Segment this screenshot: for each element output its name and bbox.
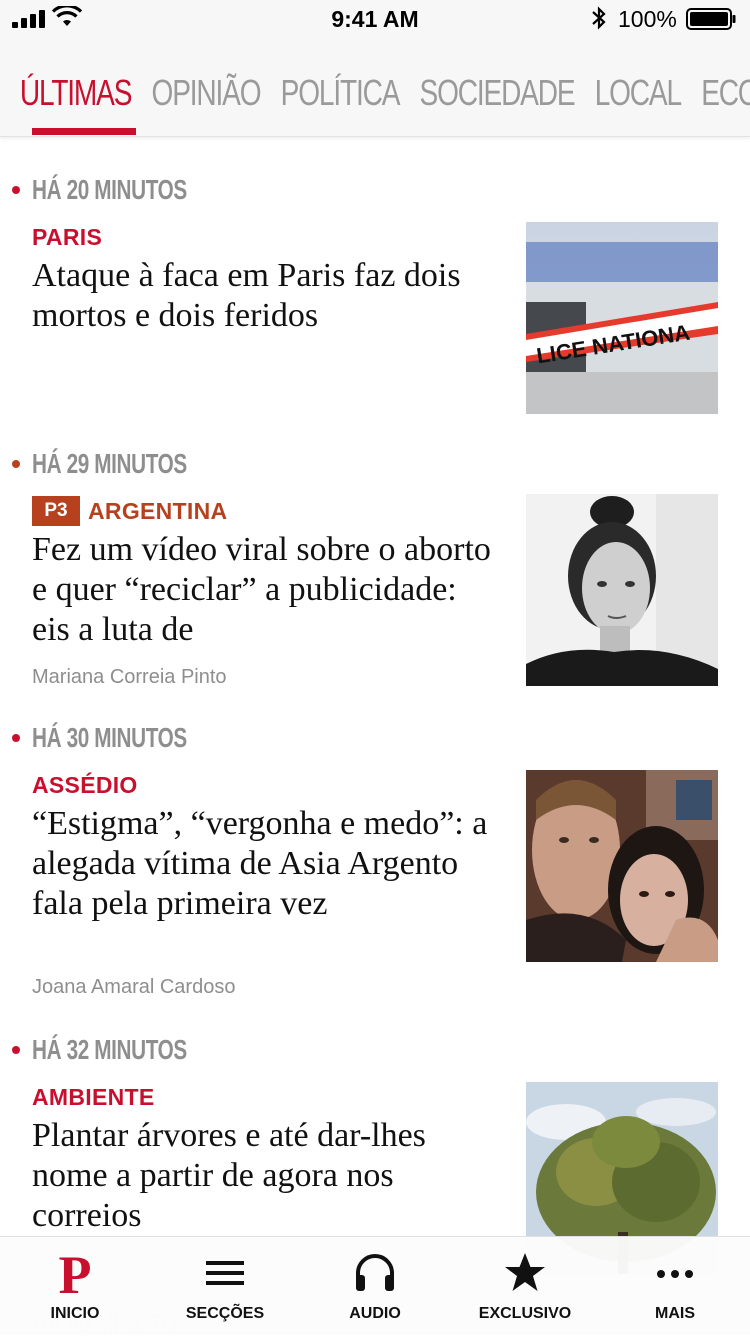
article-card[interactable]: HÁ 20 MINUTOS PARIS Ataque à faca em Par… [0, 170, 750, 420]
article-thumbnail[interactable] [526, 494, 718, 686]
new-indicator-dot [12, 186, 20, 194]
nav-label: SECÇÕES [185, 1305, 265, 1322]
new-indicator-dot [12, 1046, 20, 1054]
tab-sociedade[interactable]: SOCIEDADE [420, 72, 576, 114]
nav-label: INICIO [50, 1305, 100, 1322]
article-thumbnail[interactable] [526, 770, 718, 962]
bluetooth-icon [592, 6, 606, 30]
new-indicator-dot [12, 734, 20, 742]
article-section: ARGENTINA [88, 497, 228, 524]
menu-icon [206, 1261, 244, 1285]
battery-percentage: 100% [618, 6, 677, 32]
article-thumbnail[interactable]: LICE NATIONA [526, 222, 718, 414]
article-time: HÁ 20 MINUTOS [32, 174, 187, 205]
article-section: PARIS [32, 224, 103, 250]
nav-audio[interactable]: AUDIO [300, 1237, 450, 1335]
tab-opiniao[interactable]: OPINIÃO [152, 72, 262, 114]
nav-label: MAIS [655, 1305, 695, 1322]
article-time: HÁ 32 MINUTOS [32, 1034, 187, 1065]
article-author: Joana Amaral Cardoso [32, 976, 236, 998]
star-icon [505, 1253, 545, 1291]
bottom-navigation: P INICIO SECÇÕES AUDIO EXCLUSIVO MAIS [0, 1236, 750, 1335]
police-tape-image: LICE NATIONA [526, 222, 718, 414]
article-author: Mariana Correia Pinto [32, 666, 227, 688]
section-tabs: SÚLTIMASOPINIÃOPOLÍTICASOCIEDADELOCALECO… [0, 40, 750, 137]
nav-label: AUDIO [349, 1305, 401, 1322]
article-headline[interactable]: Ataque à faca em Paris faz dois mortos e… [32, 256, 502, 336]
nav-exclusivo[interactable]: EXCLUSIVO [450, 1237, 600, 1335]
tab-politica[interactable]: POLÍTICA [281, 72, 401, 114]
nav-mais[interactable]: MAIS [600, 1237, 750, 1335]
new-indicator-dot [12, 460, 20, 468]
article-headline[interactable]: “Estigma”, “vergonha e medo”: a alegada … [32, 804, 502, 924]
headphones-icon [356, 1254, 394, 1291]
tab-ultimas[interactable]: ÚLTIMAS [20, 72, 133, 114]
article-card[interactable]: HÁ 29 MINUTOS P3 ARGENTINA Fez um vídeo … [0, 444, 750, 694]
p3-badge: P3 [32, 496, 80, 526]
article-time: HÁ 30 MINUTOS [32, 722, 187, 753]
battery-icon [686, 8, 736, 30]
couple-selfie-image [526, 770, 718, 962]
tab-economia[interactable]: ECONOMIA [701, 72, 750, 114]
woman-portrait-image [526, 494, 718, 686]
tab-local[interactable]: LOCAL [595, 72, 682, 114]
publico-logo-icon: P [59, 1247, 92, 1297]
article-section: ASSÉDIO [32, 772, 138, 798]
article-headline[interactable]: Fez um vídeo viral sobre o aborto e quer… [32, 530, 502, 650]
article-card[interactable]: HÁ 30 MINUTOS ASSÉDIO “Estigma”, “vergon… [0, 718, 750, 1008]
status-bar: 9:41 AM 100% [0, 0, 750, 40]
nav-inicio[interactable]: P INICIO [0, 1237, 150, 1335]
active-tab-indicator [32, 128, 136, 135]
article-section: AMBIENTE [32, 1084, 155, 1110]
nav-seccoes[interactable]: SECÇÕES [150, 1237, 300, 1335]
article-card[interactable]: HÁ 32 MINUTOS AMBIENTE Plantar árvores e… [0, 1030, 750, 1274]
article-headline[interactable]: Plantar árvores e até dar-lhes nome a pa… [32, 1116, 502, 1236]
more-icon [657, 1270, 693, 1278]
nav-label: EXCLUSIVO [478, 1305, 572, 1322]
svg-text:P: P [59, 1247, 92, 1297]
article-time: HÁ 29 MINUTOS [32, 448, 187, 479]
